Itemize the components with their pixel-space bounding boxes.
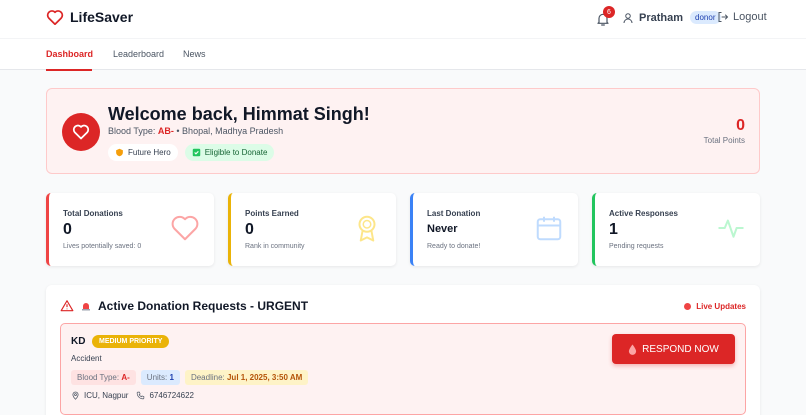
main-nav: Dashboard Leaderboard News — [0, 38, 806, 71]
stat-note: Lives potentially saved: 0 — [63, 243, 142, 250]
shield-icon — [116, 148, 123, 157]
badges: Future Hero Eligible to Donate — [108, 144, 275, 161]
respond-now-label: RESPOND NOW — [642, 343, 719, 355]
activity-icon — [718, 219, 744, 238]
welcome-card: Welcome back, Himmat Singh! Blood Type: … — [46, 88, 760, 174]
stat-value: 0 — [63, 221, 72, 238]
deadline-tag-label: Deadline: — [190, 373, 225, 382]
blood-type-tag-label: Blood Type: — [77, 373, 120, 382]
deadline-tag: Deadline: Jul 1, 2025, 3:50 AM — [184, 370, 309, 385]
total-points: 0 Total Points — [704, 117, 745, 145]
stat-active-responses: Active Responses 1 Pending requests — [592, 193, 760, 266]
units-tag: Units: 1 — [140, 370, 180, 385]
stat-value: Never — [427, 223, 458, 235]
request-type: Accident — [71, 354, 102, 363]
user-role-badge: donor — [690, 11, 721, 24]
eligible-badge: Eligible to Donate — [184, 144, 275, 161]
stat-last-donation: Last Donation Never Ready to donate! — [410, 193, 578, 266]
respond-now-button[interactable]: RESPOND NOW — [612, 334, 735, 364]
requests-header: Active Donation Requests - URGENT — [60, 299, 308, 313]
siren-icon — [82, 303, 90, 311]
tab-leaderboard[interactable]: Leaderboard — [113, 39, 164, 71]
tab-news[interactable]: News — [183, 39, 206, 71]
future-hero-label: Future Hero — [128, 148, 171, 157]
priority-badge: MEDIUM PRIORITY — [92, 335, 170, 348]
app-header: LifeSaver 6 Pratham donor Logout — [0, 0, 806, 38]
blood-type-tag: Blood Type: A- — [71, 370, 136, 385]
stat-value: 1 — [609, 221, 618, 238]
user-menu[interactable]: Pratham donor — [622, 11, 721, 24]
stat-label: Points Earned — [245, 209, 299, 218]
map-pin-icon — [72, 391, 79, 400]
calendar-icon — [536, 216, 562, 241]
live-updates-label: Live Updates — [696, 302, 746, 311]
donation-requests-panel: Active Donation Requests - URGENT Live U… — [46, 285, 760, 415]
request-phone[interactable]: 6746724622 — [149, 391, 194, 400]
stat-value: 0 — [245, 221, 254, 238]
live-updates-indicator: Live Updates — [684, 302, 746, 311]
logout-button[interactable]: Logout — [717, 11, 767, 23]
location-text: • Bhopal, Madhya Pradesh — [176, 126, 284, 136]
stat-points-earned: Points Earned 0 Rank in community — [228, 193, 396, 266]
app-logo[interactable]: LifeSaver — [46, 9, 133, 25]
phone-icon — [137, 391, 145, 400]
stat-note: Ready to donate! — [427, 243, 481, 250]
user-name: Pratham — [639, 11, 684, 24]
requests-title: Active Donation Requests - URGENT — [98, 299, 309, 313]
heart-logo-icon — [46, 10, 64, 25]
request-location: ICU, Nagpur — [84, 391, 129, 400]
units-tag-label: Units: — [146, 373, 168, 382]
blood-type-label: Blood Type: — [108, 126, 156, 136]
future-hero-badge: Future Hero — [108, 144, 178, 161]
user-icon — [623, 12, 633, 23]
app-name: LifeSaver — [70, 9, 134, 25]
blood-type-value: AB- — [157, 126, 174, 136]
stat-total-donations: Total Donations 0 Lives potentially save… — [46, 193, 214, 266]
live-dot — [684, 303, 692, 310]
notification-count-badge: 6 — [603, 6, 615, 18]
request-tags: Blood Type: A- Units: 1 Deadline: Jul 1,… — [71, 370, 309, 385]
logout-icon — [718, 12, 729, 22]
deadline-tag-value: Jul 1, 2025, 3:50 AM — [226, 373, 303, 382]
welcome-avatar — [62, 113, 100, 151]
stat-label: Last Donation — [427, 209, 481, 218]
eligible-label: Eligible to Donate — [204, 148, 268, 157]
total-points-label: Total Points — [703, 136, 745, 145]
check-square-icon — [192, 148, 200, 157]
units-tag-value: 1 — [169, 373, 174, 382]
alert-triangle-icon — [60, 300, 74, 312]
heart-icon — [171, 215, 199, 241]
welcome-subtitle: Blood Type: AB- • Bhopal, Madhya Pradesh — [108, 126, 283, 136]
request-location-row: ICU, Nagpur 6746724622 — [71, 391, 194, 400]
award-icon — [358, 215, 376, 242]
stat-label: Active Responses — [609, 209, 678, 218]
blood-drop-icon — [629, 344, 637, 355]
heart-icon — [72, 124, 90, 140]
tab-dashboard[interactable]: Dashboard — [46, 39, 93, 71]
total-points-value: 0 — [736, 117, 745, 134]
stat-label: Total Donations — [63, 209, 123, 218]
stat-note: Pending requests — [609, 243, 664, 250]
blood-type-tag-value: A- — [121, 373, 130, 382]
request-code: KD — [71, 336, 86, 347]
logout-label: Logout — [733, 11, 767, 23]
request-card: KD MEDIUM PRIORITY Accident Blood Type: … — [60, 323, 746, 415]
stat-note: Rank in community — [245, 243, 305, 250]
welcome-title: Welcome back, Himmat Singh! — [108, 104, 370, 124]
